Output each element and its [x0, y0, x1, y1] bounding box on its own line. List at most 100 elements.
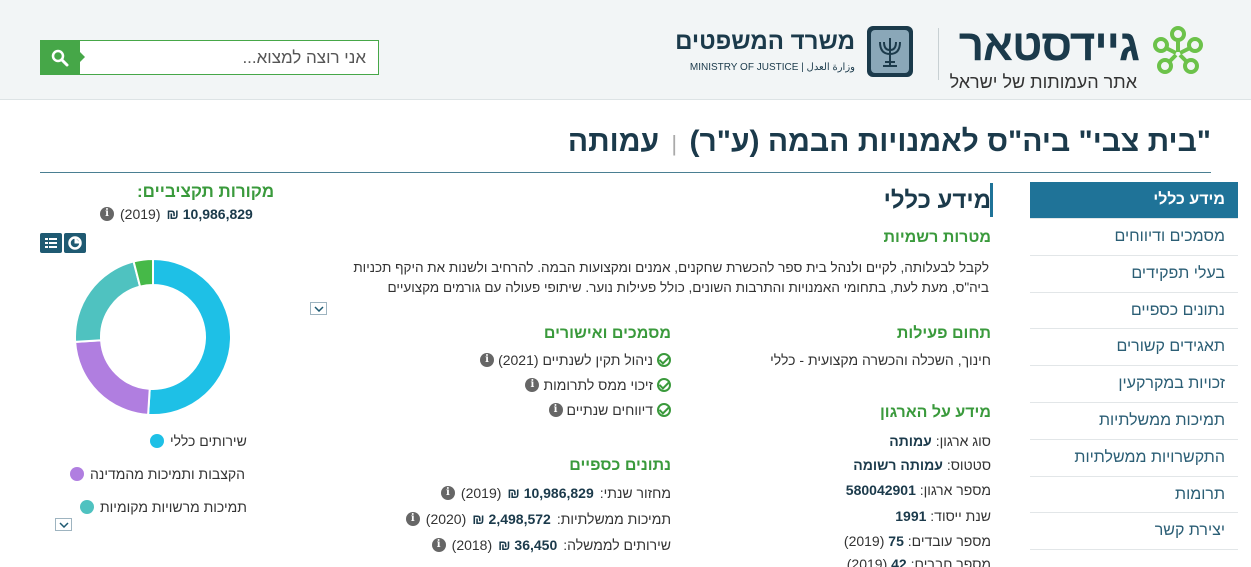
info-icon[interactable]: i [100, 207, 114, 221]
members-label: מספר חברים: [910, 556, 991, 567]
sidebar-item-real-estate[interactable]: זכויות במקרקעין [1030, 366, 1238, 403]
sidebar-item-government-support[interactable]: תמיכות ממשלתיות [1030, 403, 1238, 440]
finance-row: מחזור שנתי: 10,986,829 ₪ (2019) i [440, 485, 671, 501]
donut-slice[interactable] [74, 260, 142, 343]
org-name: "בית צבי" ביה"ס לאמנויות הבמה (ע"ר) [689, 125, 1211, 158]
org-type-label: סוג ארגון: [935, 433, 991, 449]
check-circle-icon [657, 353, 671, 367]
finance-value: 10,986,829 ₪ [507, 485, 594, 501]
check-circle-icon [657, 378, 671, 392]
employees-value: 75 [888, 533, 904, 549]
org-number-row: מספר ארגון: 580042901 [846, 482, 991, 498]
info-icon[interactable]: i [431, 538, 446, 552]
legend-item: שירותים כללי [150, 433, 247, 449]
legend-label: תמיכות מרשויות מקומיות [100, 499, 247, 515]
sidebar-item-donations[interactable]: תרומות [1030, 477, 1238, 514]
budget-donut-chart [74, 257, 232, 416]
cert-label[interactable]: זיכוי ממס לתרומות [543, 377, 653, 393]
cert-label[interactable]: ניהול תקין לשנתיים (2021) [498, 352, 653, 368]
budget-year: (2019) [120, 206, 161, 222]
org-info-heading: מידע על הארגון [879, 404, 991, 421]
org-status-row: סטטוס: עמותה רשומה [853, 457, 991, 473]
employees-year: (2019) [843, 533, 885, 549]
list-icon [45, 238, 57, 248]
info-icon[interactable]: i [525, 378, 540, 392]
title-divider [40, 172, 1211, 173]
chevron-down-icon [59, 522, 69, 528]
ministry-of-justice-logo[interactable]: משרד המשפטים MINISTRY OF JUSTICE | وزارة… [675, 24, 915, 84]
cert-row: ניהול תקין לשנתיים (2021) i [480, 352, 671, 368]
guidestar-logo[interactable]: גיידסטאר אתר העמותות של ישראל [950, 18, 1209, 92]
org-number-value: 580042901 [845, 482, 916, 498]
legend-label: הקצבות ותמיכות מהמדינה [90, 466, 245, 482]
goals-text: לקבל לבעלותה, לקיים ולנהל בית ספר להכשרת… [353, 260, 989, 295]
chart-view-button[interactable] [64, 233, 86, 253]
budget-total: 10,986,829 ₪ (2019) i [100, 206, 253, 222]
page-title: "בית צבי" ביה"ס לאמנויות הבמה (ע"ר) | עמ… [568, 125, 1211, 159]
finance-year: (2018) [451, 537, 493, 553]
chevron-down-icon [314, 306, 324, 312]
founded-year-row: שנת ייסוד: 1991 [895, 508, 991, 524]
chart-view-toggle [40, 233, 88, 253]
sidebar-item-contact[interactable]: יצירת קשר [1030, 513, 1238, 551]
legend-swatch [80, 500, 94, 514]
section-title: מידע כללי [883, 187, 991, 214]
chart-view-icon [68, 236, 82, 250]
donut-slice[interactable] [147, 257, 232, 416]
members-year: (2019) [846, 556, 888, 567]
legend-swatch [70, 467, 84, 481]
members-row: מספר חברים: 42 (2019) [847, 556, 991, 567]
budget-value: 10,986,829 ₪ [166, 206, 253, 222]
header-divider [938, 28, 939, 80]
org-number-label: מספר ארגון: [919, 482, 991, 498]
finance-label: מחזור שנתי: [599, 485, 671, 501]
employees-label: מספר עובדים: [907, 533, 991, 549]
finance-year: (2020) [425, 511, 467, 527]
org-type-row: סוג ארגון: עמותה [889, 433, 991, 449]
state-emblem-icon [867, 26, 913, 77]
org-type-value: עמותה [889, 433, 932, 449]
finance-row: תמיכות ממשלתיות: 2,498,572 ₪ (2020) i [405, 511, 671, 527]
goals-expand-button[interactable] [310, 302, 327, 315]
table-view-button[interactable] [40, 233, 62, 253]
finance-value: 36,450 ₪ [498, 537, 558, 553]
org-type: עמותה [567, 125, 660, 158]
search-button[interactable] [40, 40, 85, 75]
legend-item: הקצבות ותמיכות מהמדינה [70, 466, 245, 482]
info-icon[interactable]: i [405, 512, 420, 526]
info-icon[interactable]: i [480, 353, 495, 367]
certs-heading: מסמכים ואישורים [543, 325, 671, 342]
sidebar-item-related-corporations[interactable]: תאגידים קשורים [1030, 329, 1238, 367]
info-icon[interactable]: i [548, 403, 563, 417]
sidebar-item-general-info[interactable]: מידע כללי [1030, 182, 1238, 219]
finance-row: שירותים לממשלה: 36,450 ₪ (2018) i [431, 537, 671, 553]
cert-label[interactable]: דיווחים שנתיים [567, 402, 653, 418]
ministry-subtitle: MINISTRY OF JUSTICE | وزارة العدل [689, 62, 855, 73]
employees-row: מספר עובדים: 75 (2019) [844, 533, 991, 549]
title-separator: | [671, 131, 678, 156]
activity-text: חינוך, השכלה והכשרה מקצועית - כללי [770, 352, 991, 368]
legend-item: תמיכות מרשויות מקומיות [80, 499, 247, 515]
sidebar-nav: מידע כללי מסמכים ודיווחים בעלי תפקידים נ… [1030, 182, 1238, 551]
search-icon [51, 49, 69, 67]
org-status-label: סטטוס: [946, 457, 991, 473]
sidebar-item-officers[interactable]: בעלי תפקידים [1030, 256, 1238, 293]
sidebar-item-documents[interactable]: מסמכים ודיווחים [1030, 219, 1238, 256]
donut-slice[interactable] [74, 339, 151, 416]
founded-year-label: שנת ייסוד: [930, 508, 991, 524]
logo-subtitle: אתר העמותות של ישראל [949, 72, 1137, 92]
org-status-value: עמותה רשומה [853, 457, 943, 473]
goals-heading: מטרות רשמיות [883, 229, 991, 246]
ministry-title: משרד המשפטים [675, 28, 855, 55]
cert-row: דיווחים שנתיים i [548, 402, 671, 418]
finance-label: שירותים לממשלה: [563, 537, 671, 553]
legend-expand-button[interactable] [55, 518, 72, 531]
budget-sources-title: מקורות תקציביים: [137, 182, 275, 201]
search-input[interactable] [81, 41, 376, 74]
legend-label: שירותים כללי [170, 433, 247, 449]
sidebar-item-government-contracts[interactable]: התקשרויות ממשלתיות [1030, 440, 1238, 477]
logo-title: גיידסטאר [958, 21, 1140, 70]
info-icon[interactable]: i [440, 486, 455, 500]
members-value: 42 [891, 556, 907, 567]
sidebar-item-financials[interactable]: נתונים כספיים [1030, 293, 1238, 330]
